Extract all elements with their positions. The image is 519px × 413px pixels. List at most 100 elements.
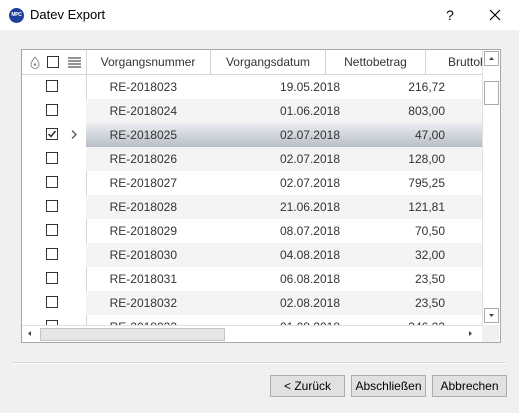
cell-nettobetrag: 70,50 — [414, 224, 445, 238]
cancel-button[interactable]: Abbrechen — [432, 375, 507, 397]
scroll-up-button[interactable] — [484, 51, 499, 66]
table-row[interactable]: RE-2018033 01.08.2018346,23 — [22, 315, 482, 325]
scroll-down-button[interactable] — [484, 308, 499, 323]
help-button[interactable]: ? — [437, 4, 463, 26]
cell-vorgangsdatum: 19.05.2018 — [279, 80, 340, 94]
row-selector — [22, 291, 87, 315]
row-selector — [22, 99, 87, 123]
row-checkbox[interactable] — [46, 104, 58, 116]
row-selector — [22, 315, 87, 325]
row-checkbox[interactable] — [46, 128, 58, 140]
scroll-right-button[interactable] — [464, 327, 479, 342]
row-data: RE-2018033 01.08.2018346,23 — [86, 315, 482, 325]
cell-vorgangsnummer: RE-2018033 — [86, 315, 177, 325]
cell-nettobetrag: 803,00 — [408, 104, 445, 118]
drop-icon[interactable] — [30, 56, 40, 69]
row-checkbox[interactable] — [46, 80, 58, 92]
scrollbar-corner — [482, 325, 499, 342]
cell-nettobetrag: 128,00 — [408, 152, 445, 166]
row-data: RE-2018030 04.08.2018 32,00 — [86, 243, 482, 267]
table-row[interactable]: RE-2018032 02.08.2018 23,50 — [22, 291, 482, 315]
row-data: RE-2018028 21.06.2018 121,81 — [86, 195, 482, 219]
column-header-vorgangsnummer[interactable]: Vorgangsnummer — [86, 50, 211, 74]
cell-nettobetrag: 795,25 — [408, 176, 445, 190]
table-row[interactable]: RE-2018031 06.08.2018 23,50 — [22, 267, 482, 291]
select-all-checkbox[interactable] — [47, 56, 59, 68]
cell-vorgangsnummer: RE-2018025 — [109, 128, 177, 142]
row-selector — [22, 171, 87, 195]
chevron-right-icon — [469, 331, 472, 336]
cell-vorgangsdatum: 02.07.2018 — [279, 152, 340, 166]
row-selector — [22, 219, 87, 243]
row-indicator-arrow-icon — [70, 129, 78, 143]
row-data: RE-2018027 02.07.2018 795,25 — [86, 171, 482, 195]
cell-nettobetrag: 32,00 — [414, 248, 445, 262]
cell-vorgangsdatum: 02.08.2018 — [279, 296, 340, 310]
cell-vorgangsdatum: 04.08.2018 — [279, 248, 340, 262]
cell-vorgangsdatum: 01.08.2018 — [211, 315, 340, 325]
vertical-scrollbar[interactable] — [482, 50, 500, 325]
column-chooser-icon[interactable] — [68, 57, 81, 68]
back-button[interactable]: < Zurück — [270, 375, 345, 397]
cell-vorgangsdatum: 21.06.2018 — [279, 200, 340, 214]
table-row[interactable]: RE-2018023 19.05.2018 216,72 — [22, 75, 482, 99]
row-data: RE-2018025 02.07.2018 47,00 — [86, 123, 482, 147]
close-icon — [489, 9, 501, 21]
table-row[interactable]: RE-2018024 01.06.2018 803,00 — [22, 99, 482, 123]
cell-vorgangsdatum: 06.08.2018 — [279, 272, 340, 286]
cell-nettobetrag: 47,00 — [414, 128, 445, 142]
finish-button[interactable]: Abschließen — [351, 375, 426, 397]
cell-vorgangsdatum: 02.07.2018 — [279, 128, 340, 142]
chevron-left-icon — [28, 331, 31, 336]
cell-vorgangsnummer: RE-2018026 — [109, 152, 177, 166]
row-data: RE-2018031 06.08.2018 23,50 — [86, 267, 482, 291]
grid-header: Vorgangsnummer Vorgangsdatum Nettobetrag… — [22, 50, 500, 75]
row-checkbox[interactable] — [46, 296, 58, 308]
row-checkbox[interactable] — [46, 200, 58, 212]
column-header-nettobetrag[interactable]: Nettobetrag — [326, 50, 426, 74]
horizontal-scrollbar[interactable] — [22, 325, 482, 342]
cell-nettobetrag: 216,72 — [408, 80, 445, 94]
cell-vorgangsnummer: RE-2018023 — [109, 80, 177, 94]
table-row[interactable]: RE-2018030 04.08.2018 32,00 — [22, 243, 482, 267]
table-row[interactable]: RE-2018025 02.07.2018 47,00 — [22, 123, 482, 147]
window-title: Datev Export — [30, 7, 106, 22]
row-data: RE-2018023 19.05.2018 216,72 — [86, 75, 482, 99]
cell-vorgangsdatum: 08.07.2018 — [279, 224, 340, 238]
row-checkbox[interactable] — [46, 176, 58, 188]
row-selector — [22, 243, 87, 267]
cell-vorgangsnummer: RE-2018024 — [109, 104, 177, 118]
cell-vorgangsnummer: RE-2018032 — [109, 296, 177, 310]
cell-vorgangsdatum: 01.06.2018 — [279, 104, 340, 118]
row-checkbox[interactable] — [46, 152, 58, 164]
column-header-vorgangsdatum[interactable]: Vorgangsdatum — [211, 50, 326, 74]
cell-nettobetrag: 121,81 — [408, 200, 445, 214]
invoice-grid[interactable]: Vorgangsnummer Vorgangsdatum Nettobetrag… — [21, 49, 501, 343]
row-checkbox[interactable] — [46, 272, 58, 284]
grid-header-tools — [22, 50, 87, 74]
row-selector — [22, 75, 87, 99]
row-selector — [22, 147, 87, 171]
cell-vorgangsnummer: RE-2018027 — [109, 176, 177, 190]
table-row[interactable]: RE-2018027 02.07.2018 795,25 — [22, 171, 482, 195]
cell-vorgangsnummer: RE-2018028 — [109, 200, 177, 214]
table-row[interactable]: RE-2018026 02.07.2018 128,00 — [22, 147, 482, 171]
cell-vorgangsnummer: RE-2018029 — [109, 224, 177, 238]
chevron-up-icon — [489, 57, 494, 60]
scroll-left-button[interactable] — [23, 327, 38, 342]
table-row[interactable]: RE-2018029 08.07.2018 70,50 — [22, 219, 482, 243]
cell-nettobetrag: 23,50 — [414, 272, 445, 286]
checkmark-icon — [48, 130, 57, 138]
row-data: RE-2018026 02.07.2018 128,00 — [86, 147, 482, 171]
grid-rows: RE-2018023 19.05.2018 216,72 RE-2018024 01.0… — [22, 75, 482, 325]
chevron-down-icon — [489, 314, 494, 317]
cell-vorgangsnummer: RE-2018030 — [109, 248, 177, 262]
close-button[interactable] — [482, 4, 508, 26]
table-row[interactable]: RE-2018028 21.06.2018 121,81 — [22, 195, 482, 219]
row-checkbox[interactable] — [46, 248, 58, 260]
horizontal-scroll-thumb[interactable] — [40, 328, 225, 341]
row-selector — [22, 195, 87, 219]
row-checkbox[interactable] — [46, 224, 58, 236]
vertical-scroll-thumb[interactable] — [484, 81, 499, 105]
cell-vorgangsnummer: RE-2018031 — [109, 272, 177, 286]
